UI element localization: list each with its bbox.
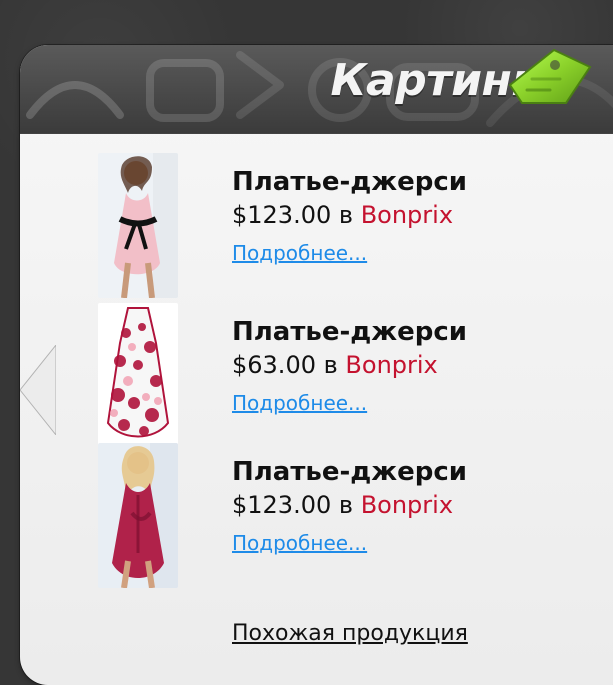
product-price: $123.00: [232, 491, 332, 519]
product-item: Платье-джерси $123.00 в Bonprix Подробне…: [20, 433, 613, 588]
price-in-word: в: [338, 491, 354, 519]
store-name[interactable]: Bonprix: [361, 201, 453, 229]
more-details-link[interactable]: Подробнее...: [232, 391, 367, 415]
dress-thumbnail-2[interactable]: [98, 303, 178, 448]
dress-thumbnail-3[interactable]: [98, 443, 178, 588]
product-title: Платье-джерси: [232, 457, 468, 487]
product-info: Платье-джерси $123.00 в Bonprix Подробне…: [232, 165, 592, 265]
product-title: Платье-джерси: [232, 167, 468, 197]
store-name[interactable]: Bonprix: [361, 491, 453, 519]
product-title: Платье-джерси: [232, 317, 468, 347]
product-widget-card: Картинка Платье-джерси $123.00 в Bonprix…: [20, 45, 613, 685]
product-item: Платье-джерси $63.00 в Bonprix Подробнее…: [20, 293, 613, 448]
widget-header: Картинка: [20, 45, 613, 134]
product-price: $123.00: [232, 201, 332, 229]
more-details-link[interactable]: Подробнее...: [232, 241, 367, 265]
product-item: Платье-джерси $123.00 в Bonprix Подробне…: [20, 143, 613, 298]
price-in-word: в: [323, 351, 338, 379]
product-price-line: $123.00 в Bonprix: [232, 489, 592, 521]
product-price-line: $63.00 в Bonprix: [232, 349, 592, 381]
store-name[interactable]: Bonprix: [345, 351, 437, 379]
product-price-line: $123.00 в Bonprix: [232, 199, 592, 231]
product-info: Платье-джерси $123.00 в Bonprix Подробне…: [232, 455, 592, 555]
product-price: $63.00: [232, 351, 316, 379]
price-tag-icon: [508, 48, 592, 104]
similar-products-link[interactable]: Похожая продукция: [232, 621, 468, 646]
dress-thumbnail-1[interactable]: [98, 153, 178, 298]
product-info: Платье-джерси $63.00 в Bonprix Подробнее…: [232, 315, 592, 415]
more-details-link[interactable]: Подробнее...: [232, 531, 367, 555]
price-in-word: в: [338, 201, 354, 229]
